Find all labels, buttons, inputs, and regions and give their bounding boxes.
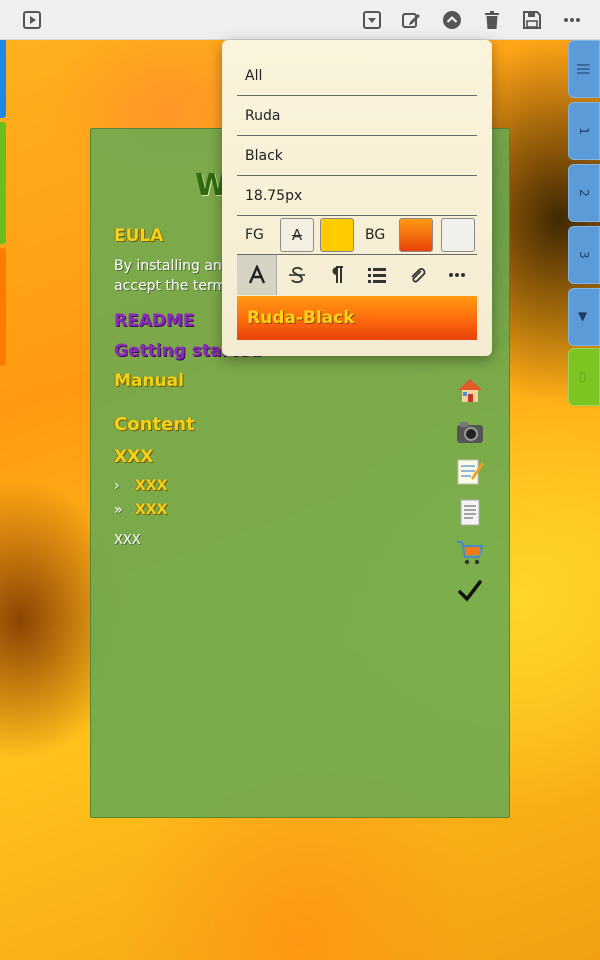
left-strip-orange <box>0 248 6 366</box>
notepad-icon[interactable] <box>454 455 486 487</box>
bg-label: BG <box>365 227 386 243</box>
font-weight-value: Black <box>245 147 283 164</box>
font-family-select[interactable]: Ruda <box>237 96 477 136</box>
strikethrough-icon[interactable] <box>277 255 317 295</box>
fg-swatch-glyph: A <box>291 226 303 244</box>
eula-link[interactable]: EULA <box>114 226 163 246</box>
right-tab-3-label: 3 <box>576 251 591 259</box>
left-strip-green <box>0 122 6 244</box>
bullet1-link[interactable]: XXX <box>135 478 167 494</box>
bullet1-marker: › <box>114 478 120 494</box>
dropdown-box-icon[interactable] <box>360 8 384 32</box>
right-tab-menu[interactable]: ||| <box>568 40 600 98</box>
xxx-small-text: XXX <box>114 533 141 548</box>
camera-icon[interactable] <box>454 416 486 448</box>
note-icon[interactable] <box>454 496 486 528</box>
body-text-line1: By installing an <box>114 258 222 274</box>
font-style-popup: All Ruda Black 18.75px FG A BG Ruda-Blac… <box>222 40 492 356</box>
font-size-value: 18.75px <box>245 187 303 204</box>
bullet2-link[interactable]: XXX <box>135 502 167 518</box>
save-icon[interactable] <box>520 8 544 32</box>
font-family-value: Ruda <box>245 107 281 124</box>
right-tab-play-label: ▶ <box>576 312 591 322</box>
right-tab-1-label: 1 <box>576 127 591 135</box>
scope-value: All <box>245 67 263 84</box>
color-row: FG A BG <box>237 215 477 255</box>
checkmark-icon[interactable] <box>454 575 486 607</box>
format-toolbar <box>237 255 477 295</box>
manual-link[interactable]: Manual <box>114 371 184 391</box>
fg-color-swatch[interactable] <box>320 218 354 252</box>
list-icon[interactable] <box>357 255 397 295</box>
xxx-heading: XXX <box>114 447 154 467</box>
body-text-line2: accept the term <box>114 278 227 294</box>
play-box-icon[interactable] <box>20 8 44 32</box>
trash-icon[interactable] <box>480 8 504 32</box>
pilcrow-icon[interactable] <box>317 255 357 295</box>
more-horizontal-icon[interactable] <box>437 255 477 295</box>
more-horizontal-icon[interactable] <box>560 8 584 32</box>
readme-link[interactable]: README <box>114 311 195 331</box>
paperclip-icon[interactable] <box>397 255 437 295</box>
scope-select[interactable]: All <box>237 56 477 96</box>
left-color-strip <box>0 0 6 370</box>
right-tab-3[interactable]: 3 <box>568 226 600 284</box>
cart-icon[interactable] <box>454 536 486 568</box>
bullet2-marker: » <box>114 502 123 518</box>
bg-transparent-swatch[interactable] <box>441 218 475 252</box>
font-size-field[interactable]: 18.75px <box>237 176 477 216</box>
top-toolbar <box>0 0 600 40</box>
right-tab-2-label: 2 <box>576 189 591 197</box>
right-tab-2[interactable]: 2 <box>568 164 600 222</box>
chevron-up-circle-icon[interactable] <box>440 8 464 32</box>
right-tab-green-label: ▭ <box>577 371 591 383</box>
house-icon[interactable] <box>454 374 486 406</box>
content-heading: Content <box>114 414 195 435</box>
fg-label: FG <box>245 227 264 243</box>
bg-color-swatch[interactable] <box>399 218 433 252</box>
right-tab-green[interactable]: ▭ <box>568 348 600 406</box>
font-preview: Ruda-Black <box>237 296 477 340</box>
right-tab-1[interactable]: 1 <box>568 102 600 160</box>
fg-transparent-swatch[interactable]: A <box>280 218 314 252</box>
font-icon[interactable] <box>237 255 277 295</box>
font-weight-select[interactable]: Black <box>237 136 477 176</box>
right-tab-menu-label: ||| <box>576 62 591 76</box>
edit-icon[interactable] <box>399 8 423 32</box>
right-tab-play[interactable]: ▶ <box>568 288 600 346</box>
